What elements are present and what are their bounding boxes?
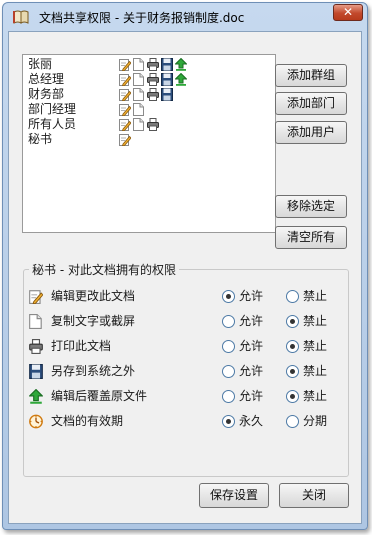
save-as-icon	[29, 364, 43, 379]
edit-icon	[119, 118, 131, 131]
radio-label[interactable]: 禁止	[303, 388, 327, 404]
print-icon	[29, 339, 43, 354]
radio-label[interactable]: 允许	[239, 288, 263, 304]
close-window-button[interactable]: ✕	[333, 4, 363, 21]
overwrite-icon	[29, 389, 43, 404]
copy-icon	[29, 314, 43, 329]
allow-radio[interactable]	[222, 390, 235, 403]
user-name: 部门经理	[28, 102, 77, 116]
book-icon	[13, 10, 29, 24]
edit-icon	[119, 73, 131, 86]
user-permission-icons	[119, 58, 187, 71]
deny-radio[interactable]	[286, 415, 299, 428]
copy-icon	[133, 58, 145, 71]
save-as-icon	[161, 88, 173, 101]
copy-icon	[133, 118, 145, 131]
radio-label[interactable]: 分期	[303, 413, 327, 429]
permission-label: 文档的有效期	[51, 414, 124, 428]
user-name: 财务部	[28, 87, 65, 101]
permissions-caption: 秘书 - 对此文档拥有的权限	[29, 261, 179, 278]
permission-label: 打印此文档	[51, 339, 112, 353]
edit-icon	[119, 88, 131, 101]
allow-radio[interactable]	[222, 365, 235, 378]
radio-label[interactable]: 禁止	[303, 338, 327, 354]
user-list-item[interactable]: 张丽	[23, 57, 273, 72]
add-department-button[interactable]: 添加部门	[275, 92, 347, 115]
deny-radio[interactable]	[286, 290, 299, 303]
print-icon	[147, 58, 159, 71]
radio-label[interactable]: 永久	[239, 413, 263, 429]
clock-icon	[29, 414, 43, 429]
save-settings-button[interactable]: 保存设置	[199, 483, 269, 508]
user-list[interactable]: 张丽 总经理 财务部 部门经理 所有人员 秘书	[22, 54, 276, 233]
user-name: 张丽	[28, 57, 53, 71]
close-button[interactable]: 关闭	[279, 483, 349, 508]
permission-label: 编辑更改此文档	[51, 289, 136, 303]
radio-label[interactable]: 允许	[239, 338, 263, 354]
user-list-item[interactable]: 总经理	[23, 72, 273, 87]
edit-icon	[119, 133, 131, 146]
user-name: 所有人员	[28, 117, 77, 131]
copy-icon	[133, 88, 145, 101]
edit-icon	[119, 103, 131, 116]
user-permission-icons	[119, 103, 145, 116]
deny-radio[interactable]	[286, 340, 299, 353]
radio-label[interactable]: 允许	[239, 313, 263, 329]
add-group-button[interactable]: 添加群组	[275, 64, 347, 87]
allow-radio[interactable]	[222, 415, 235, 428]
user-name: 总经理	[28, 72, 65, 86]
copy-icon	[133, 73, 145, 86]
allow-radio[interactable]	[222, 290, 235, 303]
user-permission-icons	[119, 133, 131, 146]
permission-label: 编辑后覆盖原文件	[51, 389, 148, 403]
user-name: 秘书	[28, 132, 53, 146]
user-list-item[interactable]: 部门经理	[23, 102, 273, 117]
radio-label[interactable]: 禁止	[303, 313, 327, 329]
overwrite-icon	[175, 73, 187, 86]
window-title: 文档共享权限 - 关于财务报销制度.doc	[39, 11, 245, 25]
copy-icon	[133, 103, 145, 116]
allow-radio[interactable]	[222, 315, 235, 328]
radio-label[interactable]: 禁止	[303, 363, 327, 379]
permission-row: 文档的有效期 永久 分期	[29, 412, 349, 430]
edit-icon	[119, 58, 131, 71]
print-icon	[147, 118, 159, 131]
permission-row: 另存到系统之外 允许 禁止	[29, 362, 349, 380]
radio-label[interactable]: 允许	[239, 388, 263, 404]
deny-radio[interactable]	[286, 315, 299, 328]
permission-label: 另存到系统之外	[51, 364, 136, 378]
user-permission-icons	[119, 88, 173, 101]
radio-label[interactable]: 允许	[239, 363, 263, 379]
overwrite-icon	[175, 58, 187, 71]
deny-radio[interactable]	[286, 365, 299, 378]
close-icon: ✕	[342, 5, 354, 19]
permission-label: 复制文字或截屏	[51, 314, 136, 328]
permission-row: 编辑更改此文档 允许 禁止	[29, 287, 349, 305]
save-as-icon	[161, 58, 173, 71]
print-icon	[147, 88, 159, 101]
add-user-button[interactable]: 添加用户	[275, 121, 347, 144]
user-permission-icons	[119, 73, 187, 86]
save-as-icon	[161, 73, 173, 86]
permission-row: 复制文字或截屏 允许 禁止	[29, 312, 349, 330]
share-permission-dialog: 文档共享权限 - 关于财务报销制度.doc ✕ 张丽 总经理 财务部 部门经理 所有人员…	[2, 2, 368, 530]
user-permission-icons	[119, 118, 159, 131]
deny-radio[interactable]	[286, 390, 299, 403]
remove-selected-button[interactable]: 移除选定	[275, 195, 347, 218]
allow-radio[interactable]	[222, 340, 235, 353]
user-list-item[interactable]: 秘书	[23, 132, 273, 147]
radio-label[interactable]: 禁止	[303, 288, 327, 304]
user-list-item[interactable]: 所有人员	[23, 117, 273, 132]
dialog-client-area: 张丽 总经理 财务部 部门经理 所有人员 秘书 添加群组 添加部门 添加用户 移除选定 清…	[8, 31, 362, 524]
title-bar[interactable]: 文档共享权限 - 关于财务报销制度.doc ✕	[3, 3, 367, 31]
permission-row: 打印此文档 允许 禁止	[29, 337, 349, 355]
clear-all-button[interactable]: 清空所有	[275, 226, 347, 249]
permission-row: 编辑后覆盖原文件 允许 禁止	[29, 387, 349, 405]
print-icon	[147, 73, 159, 86]
user-list-item[interactable]: 财务部	[23, 87, 273, 102]
edit-icon	[29, 289, 43, 304]
